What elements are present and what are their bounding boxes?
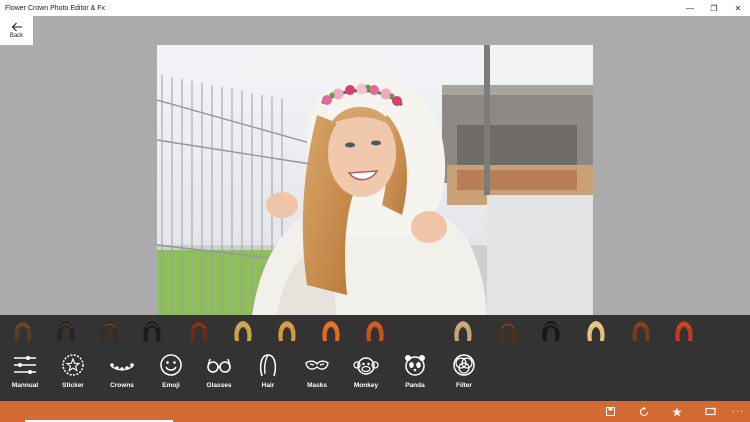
sticker-star-icon (62, 354, 84, 376)
tool-hair[interactable]: Hair (248, 351, 288, 401)
app-window: Flower Crown Photo Editor & Fx — ❐ ✕ Bac… (0, 0, 750, 422)
tool-label: Masks (307, 382, 327, 389)
tool-emoji[interactable]: Emoji (151, 351, 191, 401)
window-title: Flower Crown Photo Editor & Fx (5, 4, 105, 12)
tool-crowns[interactable]: Crowns (102, 351, 142, 401)
tool-filter[interactable]: Filter (444, 351, 484, 401)
tool-glasses[interactable]: Glasses (199, 351, 239, 401)
tool-panda[interactable]: Panda (395, 351, 435, 401)
rotate-icon (704, 407, 716, 416)
tool-bar: Mannual Sticker Crowns Emoji Glasses Hair Mask… (0, 351, 750, 401)
tool-label: Emoji (162, 382, 180, 389)
rate-button[interactable] (670, 405, 684, 418)
restore-button[interactable]: ❐ (702, 0, 726, 16)
hair-blonde-icon[interactable] (232, 319, 254, 343)
hair-orange-icon[interactable] (320, 319, 342, 343)
command-bar: ··· (0, 401, 750, 422)
close-button[interactable]: ✕ (726, 0, 750, 16)
photo-canvas[interactable] (157, 45, 593, 316)
hair-black-icon[interactable] (141, 319, 163, 343)
tool-label: Filter (456, 382, 472, 389)
hair-brown-long-icon[interactable] (12, 319, 34, 343)
hair-dark-long-icon[interactable] (55, 319, 77, 343)
rate-star-icon (672, 407, 682, 416)
tool-label: Sticker (62, 382, 84, 389)
rotate-button[interactable] (703, 405, 717, 418)
hair-ash-blonde-icon[interactable] (452, 319, 474, 343)
save-button[interactable] (603, 405, 617, 418)
filter-icon (453, 354, 475, 376)
hair-red-icon[interactable] (673, 319, 695, 343)
minimize-button[interactable]: — (678, 0, 702, 16)
back-label: Back (9, 33, 24, 39)
mask-icon (305, 360, 329, 370)
save-icon (605, 407, 615, 416)
sliders-icon (14, 356, 36, 374)
tool-label: Crowns (110, 382, 134, 389)
monkey-icon (353, 357, 379, 375)
reset-button[interactable] (637, 405, 651, 418)
tool-mannual[interactable]: Mannual (5, 351, 45, 401)
arrow-left-icon (11, 22, 22, 32)
hair-platinum-icon[interactable] (585, 319, 607, 343)
hair-style-strip (0, 315, 750, 347)
edited-photo (157, 45, 593, 316)
tool-label: Mannual (11, 382, 39, 389)
hair-golden-icon[interactable] (276, 319, 298, 343)
tool-sticker[interactable]: Sticker (53, 351, 93, 401)
hair-auburn-bob-icon[interactable] (188, 319, 210, 343)
glasses-icon (207, 358, 231, 373)
editor-panel: Mannual Sticker Crowns Emoji Glasses Hair Mask… (0, 315, 750, 401)
hair-dark-brown-short-icon[interactable] (497, 319, 519, 343)
hair-auburn-icon[interactable] (630, 319, 652, 343)
more-button[interactable]: ··· (731, 405, 745, 418)
hair-black-short-icon[interactable] (540, 319, 562, 343)
hair-icon (259, 354, 277, 377)
title-bar: Flower Crown Photo Editor & Fx — ❐ ✕ (0, 0, 750, 16)
tool-label: Panda (405, 382, 425, 389)
crown-icon (110, 363, 134, 371)
tool-label: Monkey (353, 382, 379, 389)
tool-label: Hair (261, 382, 275, 389)
back-button[interactable]: Back (0, 16, 33, 45)
panda-icon (405, 355, 425, 376)
hair-copper-curly-icon[interactable] (364, 319, 386, 343)
tool-monkey[interactable]: Monkey (346, 351, 386, 401)
emoji-icon (160, 354, 182, 376)
hair-dark-brown-icon[interactable] (98, 319, 120, 343)
reset-icon (639, 406, 649, 416)
tool-label: Glasses (206, 382, 232, 389)
tool-masks[interactable]: Masks (297, 351, 337, 401)
